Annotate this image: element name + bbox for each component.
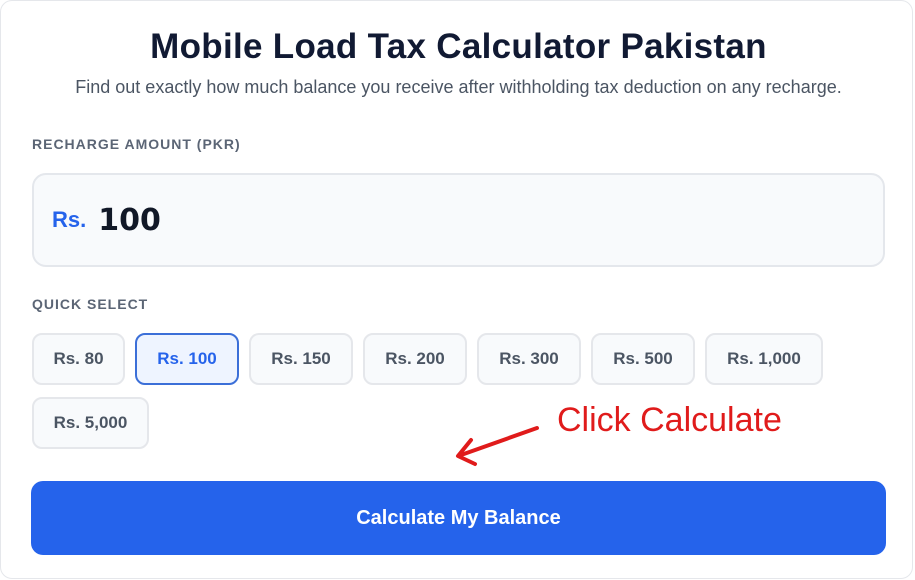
quick-select-80[interactable]: Rs. 80 [32,333,125,385]
quick-select-5000[interactable]: Rs. 5,000 [32,397,149,449]
click-calculate-annotation: Click Calculate [557,401,782,439]
quick-select-1000[interactable]: Rs. 1,000 [705,333,823,385]
quick-select-500[interactable]: Rs. 500 [591,333,695,385]
arrow-left-down-icon [456,426,539,466]
calculator-card: Mobile Load Tax Calculator Pakistan Find… [0,0,913,579]
quick-select-200[interactable]: Rs. 200 [363,333,467,385]
recharge-amount-input[interactable] [98,202,799,238]
quick-select-300[interactable]: Rs. 300 [477,333,581,385]
recharge-amount-field[interactable]: Rs. [32,173,885,267]
page-title: Mobile Load Tax Calculator Pakistan [150,27,767,66]
recharge-amount-label: RECHARGE AMOUNT (PKR) [32,136,241,152]
currency-prefix: Rs. [52,207,87,232]
calculate-button[interactable]: Calculate My Balance [31,481,886,555]
quick-select-100[interactable]: Rs. 100 [135,333,239,385]
quick-select-150[interactable]: Rs. 150 [249,333,353,385]
quick-select-label: QUICK SELECT [32,296,149,312]
page-subtitle: Find out exactly how much balance you re… [75,77,842,97]
